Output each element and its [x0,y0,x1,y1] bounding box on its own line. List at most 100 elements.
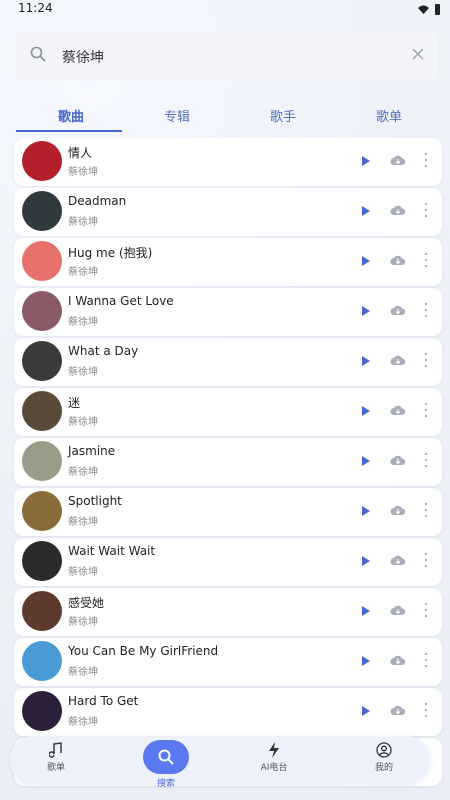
song-row[interactable]: Hug me (抱我) 蔡徐坤 [14,238,442,286]
play-icon[interactable] [362,456,370,466]
song-cover [22,291,62,331]
tab-albums[interactable]: 专辑 [164,106,190,125]
song-row[interactable]: Hard To Get 蔡徐坤 [14,688,442,736]
more-icon[interactable] [425,253,428,267]
song-row[interactable]: Deadman 蔡徐坤 [14,188,442,236]
song-cover [22,191,62,231]
cloud-download-icon[interactable] [390,704,406,716]
song-title: You Can Be My GirlFriend [68,644,219,658]
search-icon [30,46,46,62]
clear-icon[interactable] [412,48,424,60]
song-cover [22,441,62,481]
song-title: 感受她 [68,596,105,610]
song-title: Jasmine [68,444,116,458]
tab-underline [16,130,122,132]
more-icon[interactable] [425,303,428,317]
cloud-download-icon[interactable] [390,454,406,466]
more-icon[interactable] [425,353,428,367]
cloud-download-icon[interactable] [390,654,406,666]
cloud-download-icon[interactable] [390,404,406,416]
tab-bar: 歌曲 专辑 歌手 歌单 [14,96,444,136]
song-title: Hard To Get [68,694,139,708]
cloud-download-icon[interactable] [390,154,406,166]
play-icon[interactable] [362,556,370,566]
play-icon[interactable] [362,506,370,516]
song-artist: 蔡徐坤 [68,167,98,178]
more-icon[interactable] [425,553,428,567]
tab-playlists[interactable]: 歌单 [376,106,402,125]
cloud-download-icon[interactable] [390,204,406,216]
more-icon[interactable] [425,703,428,717]
play-icon[interactable] [362,406,370,416]
more-icon[interactable] [425,453,428,467]
play-icon[interactable] [362,706,370,716]
tab-artists[interactable]: 歌手 [270,106,296,125]
song-artist: 蔡徐坤 [68,217,98,228]
song-row[interactable]: You Can Be My GirlFriend 蔡徐坤 [14,638,442,686]
song-row[interactable]: 迷蔡徐坤 [14,388,442,436]
song-cover [22,241,62,281]
search-input[interactable]: 蔡徐坤 [62,47,104,67]
song-row[interactable]: Jasmine 蔡徐坤 [14,438,442,486]
song-cover [22,391,62,431]
song-row[interactable]: Spotlight 蔡徐坤 [14,488,442,536]
cloud-download-icon[interactable] [390,604,406,616]
cloud-download-icon[interactable] [390,504,406,516]
more-icon[interactable] [425,603,428,617]
song-row[interactable]: 感受她 蔡徐坤 [14,588,442,636]
song-cover [22,641,62,681]
search-icon [158,749,174,765]
search-bar[interactable]: 蔡徐坤 [14,32,438,80]
status-bar: 11:24 [0,0,450,22]
cloud-download-icon[interactable] [390,554,406,566]
more-icon[interactable] [425,653,428,667]
song-cover [22,591,62,631]
song-title: Wait Wait Wait [68,544,156,558]
more-icon[interactable] [425,203,428,217]
song-cover [22,141,62,181]
song-title: I Wanna Get Love [68,294,174,308]
play-icon[interactable] [362,206,370,216]
song-artist: 蔡徐坤 [68,667,98,678]
song-title: Deadman [68,194,127,208]
song-title: Spotlight [68,494,122,508]
bottom-nav: 歌单 搜索 AI电台 我的 [10,736,430,789]
song-row[interactable]: What a Day 蔡徐坤 [14,338,442,386]
nav-label: 歌单 [46,763,65,773]
song-title: What a Day [68,344,139,358]
tab-songs[interactable]: 歌曲 [58,106,84,125]
cloud-download-icon[interactable] [390,254,406,266]
nav-label: AI电台 [260,763,288,773]
song-row[interactable]: 情人 蔡徐坤 [14,138,442,186]
nav-me[interactable]: 我的 [344,742,424,773]
song-row[interactable]: I Wanna Get Love 蔡徐坤 [14,288,442,336]
nav-ai-radio[interactable]: AI电台 [234,742,314,773]
song-artist: 蔡徐坤 [68,617,98,628]
song-cover [22,691,62,731]
more-icon[interactable] [425,503,428,517]
nav-search-label: 搜索 [156,779,175,789]
nav-search-pill[interactable] [143,740,189,774]
song-artist: 蔡徐坤 [68,417,98,428]
song-artist: 蔡徐坤 [68,467,98,478]
song-artist: 蔡徐坤 [68,267,98,278]
more-icon[interactable] [425,153,428,167]
more-icon[interactable] [425,403,428,417]
cloud-download-icon[interactable] [390,354,406,366]
song-artist: 蔡徐坤 [68,517,98,528]
play-icon[interactable] [362,656,370,666]
song-artist: 蔡徐坤 [68,567,98,578]
song-artist: 蔡徐坤 [68,317,98,328]
nav-playlist[interactable]: 歌单 [16,742,96,773]
cloud-download-icon[interactable] [390,304,406,316]
song-title: Hug me (抱我) [68,246,153,260]
song-row[interactable]: Wait Wait Wait 蔡徐坤 [14,538,442,586]
music-icon [49,742,62,758]
song-title: 情人 [68,146,93,160]
play-icon[interactable] [362,256,370,266]
play-icon[interactable] [362,356,370,366]
play-icon[interactable] [362,156,370,166]
song-cover [22,541,62,581]
play-icon[interactable] [362,306,370,316]
play-icon[interactable] [362,606,370,616]
